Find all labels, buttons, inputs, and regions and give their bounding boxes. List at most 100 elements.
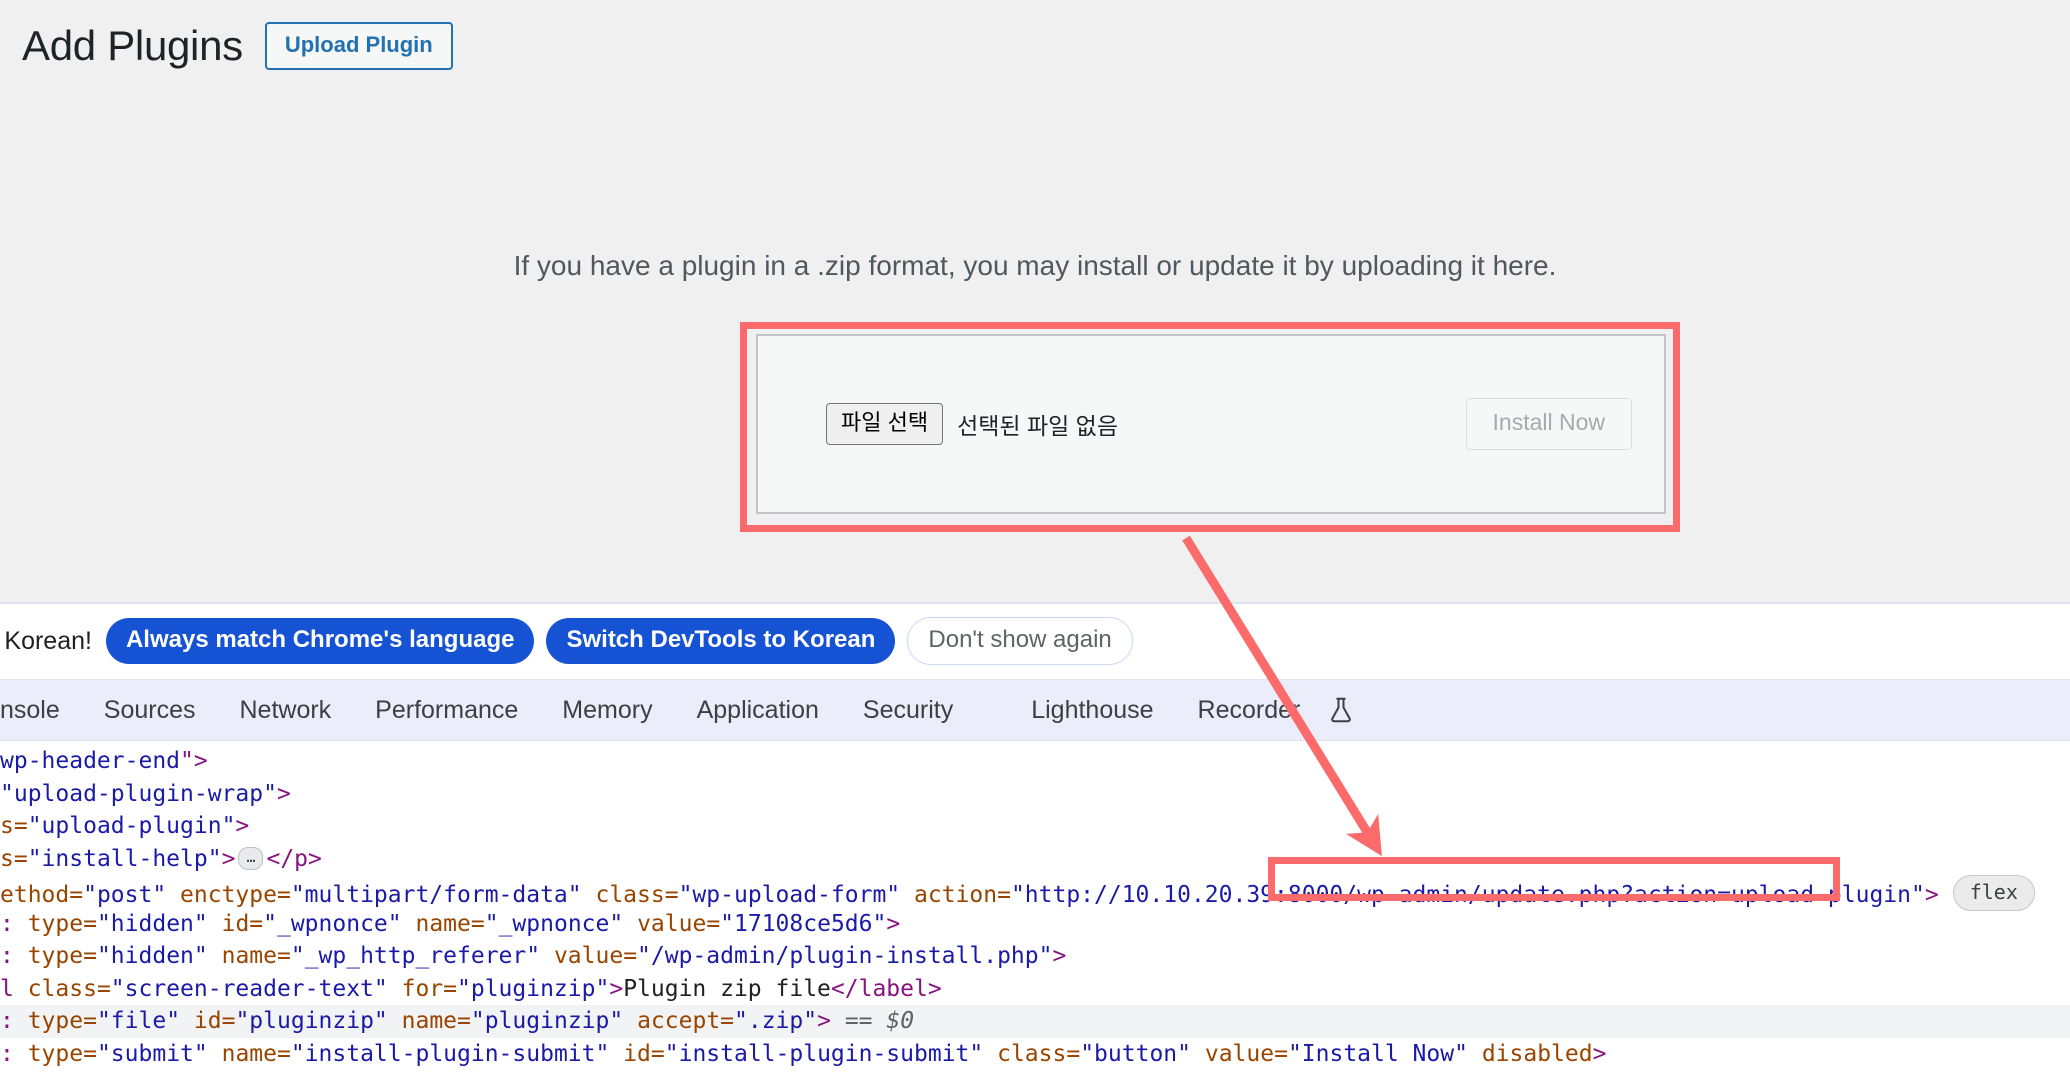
dom-close-tag: </label> xyxy=(830,975,942,1002)
wordpress-admin-page: Add Plugins Upload Plugin If you have a … xyxy=(0,0,2070,602)
dom-attr-value: "button" xyxy=(1080,1040,1191,1067)
dom-lead: l xyxy=(0,975,28,1002)
dom-attr-name: class= xyxy=(27,975,111,1002)
tab-recorder[interactable]: Recorder xyxy=(1176,679,1323,741)
dom-attr-name: id= xyxy=(193,1008,236,1034)
form-action-url[interactable]: "http://10.10.20.39:8000/wp-admin/update… xyxy=(1011,882,1925,908)
dom-line-label-pluginzip[interactable]: l class="screen-reader-text" for="plugin… xyxy=(0,973,2070,1006)
dom-attr-name: disabled xyxy=(1481,1040,1593,1067)
dom-attr-name: id= xyxy=(221,910,264,937)
tab-application[interactable]: Application xyxy=(675,679,841,741)
page-title: Add Plugins xyxy=(22,22,243,70)
tab-lighthouse[interactable]: Lighthouse xyxy=(1009,679,1175,741)
file-input-row[interactable]: 파일 선택 선택된 파일 없음 xyxy=(826,402,1466,446)
dom-attr-value: "_wp_http_referer" xyxy=(290,943,541,969)
dom-tree[interactable]: wp-header-end"> "upload-plugin-wrap"> s=… xyxy=(0,741,2070,1070)
choose-file-button[interactable]: 파일 선택 xyxy=(826,402,944,446)
dom-line-input-pluginzip-selected[interactable]: : type="file" id="pluginzip" name="plugi… xyxy=(0,1005,2070,1038)
dom-attr-value: "Install Now" xyxy=(1287,1040,1468,1067)
upload-plugin-button[interactable]: Upload Plugin xyxy=(264,22,453,71)
upload-plugin-wrap: 파일 선택 선택된 파일 없음 Install Now xyxy=(756,334,1666,514)
tab-sources[interactable]: Sources xyxy=(82,679,218,741)
dom-line-wp-upload-form[interactable]: ethod="post" enctype="multipart/form-dat… xyxy=(0,875,2070,911)
dom-attr-name: enctype= xyxy=(180,882,291,908)
dom-attr-value: "hidden" xyxy=(96,943,208,969)
dom-attr-value: "install-help" xyxy=(27,845,222,872)
dom-attr-name: value= xyxy=(553,943,638,969)
dom-close-tag: </p> xyxy=(266,845,322,872)
dom-attr-name: type= xyxy=(27,943,97,969)
dom-attr-name: id= xyxy=(623,1040,665,1067)
dom-punct: > xyxy=(1924,882,1939,908)
dom-attr-value: "wp-upload-form" xyxy=(678,882,901,908)
dom-attr-value: "file" xyxy=(96,1008,181,1034)
dom-attr-name: class= xyxy=(595,882,679,908)
dom-punct: > xyxy=(886,910,901,937)
dom-attr-value: "17108ce5d6" xyxy=(720,910,887,937)
dom-punct: > xyxy=(1052,943,1067,969)
dom-attr-name: name= xyxy=(221,1040,291,1067)
tab-memory[interactable]: Memory xyxy=(540,679,674,741)
dom-line-wp-header-end[interactable]: wp-header-end"> xyxy=(0,745,2070,778)
dom-attr-name: value= xyxy=(1204,1040,1288,1067)
dom-attr-value: "install-plugin-submit" xyxy=(290,1040,610,1067)
install-now-button: Install Now xyxy=(1465,398,1632,450)
dom-lead: : xyxy=(0,910,28,937)
dom-attr-value: "multipart/form-data" xyxy=(290,882,582,908)
dom-attr-value: "hidden" xyxy=(96,910,208,937)
dom-attr-value: "post" xyxy=(83,882,167,908)
install-help-text: If you have a plugin in a .zip format, y… xyxy=(513,250,1557,281)
flask-icon[interactable] xyxy=(1322,694,1374,726)
devtools-language-infobar: in Korean! Always match Chrome's languag… xyxy=(0,604,2070,679)
dom-attr-name: class= xyxy=(997,1040,1081,1067)
dom-line-upload-plugin-wrap[interactable]: "upload-plugin-wrap"> xyxy=(0,778,2070,811)
dom-attr-name: type= xyxy=(27,1008,97,1034)
devtools-tabbar: nsole Sources Network Performance Memory… xyxy=(0,679,2070,741)
dom-attr-value: "upload-plugin" xyxy=(27,813,236,839)
always-match-chrome-language-button[interactable]: Always match Chrome's language xyxy=(105,617,535,665)
dom-attr-name: s= xyxy=(0,845,28,872)
dom-attr-name: name= xyxy=(401,1008,471,1034)
dom-punct: > xyxy=(276,780,291,807)
devtools-panel: in Korean! Always match Chrome's languag… xyxy=(0,602,2070,1074)
dom-attr-name: name= xyxy=(221,943,291,969)
file-status-label: 선택된 파일 없음 xyxy=(957,413,1118,439)
dom-attr-name: type= xyxy=(27,910,97,937)
dom-lead: : xyxy=(0,1008,28,1034)
dom-line-input-install-plugin-submit[interactable]: : type="submit" name="install-plugin-sub… xyxy=(0,1038,2070,1071)
tab-network[interactable]: Network xyxy=(217,679,353,741)
dom-line-upload-plugin[interactable]: s="upload-plugin"> xyxy=(0,810,2070,843)
dom-line-input-wpnonce[interactable]: : type="hidden" id="_wpnonce" name="_wpn… xyxy=(0,908,2070,941)
tab-performance[interactable]: Performance xyxy=(353,679,540,741)
dom-attr-value: "upload-plugin-wrap" xyxy=(0,780,277,807)
dom-attr-name: accept= xyxy=(637,1008,735,1034)
dom-attr-value: "screen-reader-text" xyxy=(110,975,388,1002)
dom-attr-value: "pluginzip" xyxy=(470,1008,624,1034)
collapsed-content-badge[interactable]: … xyxy=(238,846,264,870)
dont-show-again-button[interactable]: Don't show again xyxy=(907,616,1133,666)
dom-text: wp-header-end xyxy=(0,748,181,774)
dom-lead: : xyxy=(0,943,28,969)
dom-text-node: Plugin zip file xyxy=(623,975,831,1002)
dom-line-input-wp-http-referer[interactable]: : type="hidden" name="_wp_http_referer" … xyxy=(0,940,2070,973)
screenshot-root: Add Plugins Upload Plugin If you have a … xyxy=(0,0,2070,1074)
dom-attr-value: ".zip" xyxy=(734,1008,818,1034)
tab-console[interactable]: nsole xyxy=(0,679,82,741)
dom-attr-name: value= xyxy=(637,910,721,937)
dom-line-install-help[interactable]: s="install-help">… </p> xyxy=(0,843,2070,876)
dom-punct: > xyxy=(817,1008,831,1034)
dom-attr-value: "pluginzip" xyxy=(457,975,610,1002)
dom-attr-value: "pluginzip" xyxy=(235,1008,388,1034)
wp-upload-form: 파일 선택 선택된 파일 없음 Install Now xyxy=(758,336,1664,512)
switch-devtools-to-korean-button[interactable]: Switch DevTools to Korean xyxy=(546,617,896,665)
dom-attr-name: name= xyxy=(415,910,485,937)
infobar-message: in Korean! xyxy=(0,626,92,655)
dom-attr-value: "submit" xyxy=(96,1040,208,1067)
tab-security[interactable]: Security xyxy=(841,679,975,741)
dom-attr-name: action= xyxy=(914,882,1011,908)
dom-lead: : xyxy=(0,1040,28,1067)
selected-node-marker: == $0 xyxy=(844,1008,915,1034)
dom-attr-name: for= xyxy=(401,975,457,1002)
flex-badge[interactable]: flex xyxy=(1952,875,2035,911)
dom-attr-name: ethod= xyxy=(0,882,84,908)
